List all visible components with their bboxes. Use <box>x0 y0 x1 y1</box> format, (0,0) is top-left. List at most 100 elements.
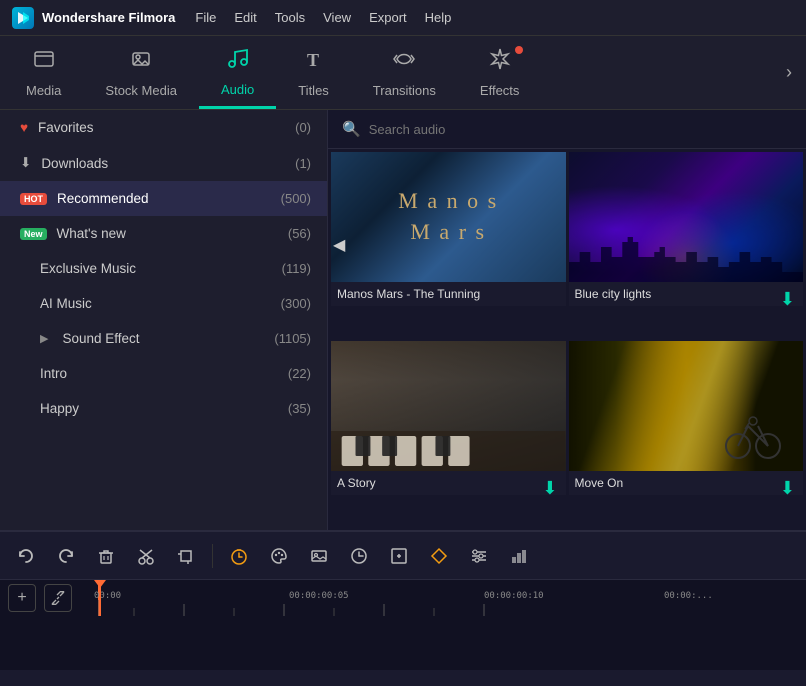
image-button[interactable] <box>301 538 337 574</box>
tab-audio-label: Audio <box>221 82 254 97</box>
tab-media[interactable]: Media <box>4 36 83 109</box>
effects-icon <box>488 47 512 77</box>
whats-new-count: (56) <box>288 226 311 241</box>
chevron-right-icon: ▶ <box>40 332 48 345</box>
sidebar-label-downloads: Downloads <box>41 156 108 171</box>
sidebar-item-ai-music[interactable]: AI Music (300) <box>0 286 327 321</box>
delete-button[interactable] <box>88 538 124 574</box>
story-download-icon: ⬇ <box>542 478 557 499</box>
sidebar-item-exclusive[interactable]: Exclusive Music (119) <box>0 251 327 286</box>
menu-edit[interactable]: Edit <box>234 10 256 25</box>
effects-notification-dot <box>515 46 523 54</box>
sidebar-item-happy[interactable]: Happy (35) <box>0 391 327 426</box>
nav-tabs: Media Stock Media Audio T Titles <box>0 36 806 110</box>
menu-export[interactable]: Export <box>369 10 407 25</box>
favorites-count: (0) <box>295 120 311 135</box>
app-logo: Wondershare Filmora <box>12 7 175 29</box>
sidebar-item-recommended[interactable]: HOT Recommended (500) <box>0 181 327 216</box>
app-name: Wondershare Filmora <box>42 10 175 25</box>
timeline-ruler: + <box>0 580 806 616</box>
menu-bar: Wondershare Filmora File Edit Tools View… <box>0 0 806 36</box>
ruler-track: 00:00 00:00:00:05 00:00:00:10 00:00:... <box>84 580 798 616</box>
search-icon: 🔍 <box>342 120 361 138</box>
search-input[interactable] <box>369 122 792 137</box>
timeline-add-button[interactable]: + <box>8 584 36 612</box>
sidebar-item-downloads[interactable]: ⬇ Downloads (1) <box>0 145 327 181</box>
favorites-icon: ♥ <box>20 120 28 135</box>
expand-button[interactable] <box>381 538 417 574</box>
downloads-count: (1) <box>295 156 311 171</box>
sidebar-label-exclusive: Exclusive Music <box>40 261 136 276</box>
main-content: ♥ Favorites (0) ⬇ Downloads (1) HOT Reco… <box>0 110 806 530</box>
sidebar-label-favorites: Favorites <box>38 120 94 135</box>
app-logo-icon <box>12 7 34 29</box>
timer-button[interactable] <box>221 538 257 574</box>
tab-stock-media-label: Stock Media <box>105 83 177 98</box>
nav-more-button[interactable]: › <box>776 36 802 109</box>
sidebar-label-whats-new: What's new <box>57 226 126 241</box>
timeline-link-button[interactable] <box>44 584 72 612</box>
menu-file[interactable]: File <box>195 10 216 25</box>
tab-transitions-label: Transitions <box>373 83 436 98</box>
tab-transitions[interactable]: Transitions <box>351 36 458 109</box>
diamond-button[interactable] <box>421 538 457 574</box>
sidebar-item-whats-new[interactable]: New What's new (56) <box>0 216 327 251</box>
svg-text:00:00:00:10: 00:00:00:10 <box>484 591 544 601</box>
media-grid: ◀ M a n o sM a r s Manos Mars - The Tunn… <box>328 149 806 530</box>
media-card-manos-mars[interactable]: ◀ M a n o sM a r s Manos Mars - The Tunn… <box>331 152 566 338</box>
play-arrow-icon: ◀ <box>333 235 345 255</box>
recommended-count: (500) <box>281 191 311 206</box>
svg-text:00:00:00:05: 00:00:00:05 <box>289 591 349 601</box>
city-thumbnail <box>569 152 804 282</box>
stock-media-icon <box>129 47 153 77</box>
menu-help[interactable]: Help <box>425 10 452 25</box>
tab-effects[interactable]: Effects <box>458 36 542 109</box>
intro-count: (22) <box>288 366 311 381</box>
clock-button[interactable] <box>341 538 377 574</box>
tab-audio[interactable]: Audio <box>199 36 276 109</box>
crop-button[interactable] <box>168 538 204 574</box>
sound-effect-count: (1105) <box>274 331 311 346</box>
menu-tools[interactable]: Tools <box>275 10 305 25</box>
sidebar-label-recommended: Recommended <box>57 191 149 206</box>
menu-view[interactable]: View <box>323 10 351 25</box>
menu-items: File Edit Tools View Export Help <box>195 10 451 25</box>
sidebar-item-favorites[interactable]: ♥ Favorites (0) <box>0 110 327 145</box>
sidebar-item-intro[interactable]: Intro (22) <box>0 356 327 391</box>
timeline-area: + <box>0 530 806 670</box>
sidebar-item-sound-effect[interactable]: ▶ Sound Effect (1105) <box>0 321 327 356</box>
ai-music-count: (300) <box>281 296 311 311</box>
media-card-a-story[interactable]: ⬇ A Story <box>331 341 566 527</box>
downloads-icon: ⬇ <box>20 155 31 171</box>
timeline-toolbar <box>0 532 806 580</box>
sidebar-label-happy: Happy <box>40 401 79 416</box>
tab-stock-media[interactable]: Stock Media <box>83 36 199 109</box>
tab-media-label: Media <box>26 83 61 98</box>
sidebar: ♥ Favorites (0) ⬇ Downloads (1) HOT Reco… <box>0 110 328 530</box>
chart-button[interactable] <box>501 538 537 574</box>
cut-button[interactable] <box>128 538 164 574</box>
moveon-label: Move On <box>569 471 804 495</box>
undo-button[interactable] <box>8 538 44 574</box>
svg-text:00:00:...: 00:00:... <box>664 591 713 601</box>
tab-titles[interactable]: T Titles <box>276 36 351 109</box>
sliders-button[interactable] <box>461 538 497 574</box>
exclusive-count: (119) <box>282 261 311 276</box>
redo-button[interactable] <box>48 538 84 574</box>
media-card-blue-city[interactable]: ⬇ Blue city lights <box>569 152 804 338</box>
tab-titles-label: Titles <box>298 83 329 98</box>
palette-button[interactable] <box>261 538 297 574</box>
media-card-move-on[interactable]: ⬇ Move On <box>569 341 804 527</box>
titles-icon: T <box>302 47 326 77</box>
audio-icon <box>226 46 250 76</box>
svg-text:T: T <box>307 50 319 70</box>
tab-effects-label: Effects <box>480 83 520 98</box>
moveon-download-icon: ⬇ <box>780 478 795 499</box>
playhead-triangle <box>94 580 106 588</box>
new-badge: New <box>20 228 47 240</box>
content-panel: 🔍 ◀ M a n o sM a r s Manos Mars - The Tu… <box>328 110 806 530</box>
city-download-icon: ⬇ <box>780 289 795 310</box>
playhead[interactable] <box>99 580 101 616</box>
search-bar: 🔍 <box>328 110 806 149</box>
story-thumbnail <box>331 341 566 471</box>
